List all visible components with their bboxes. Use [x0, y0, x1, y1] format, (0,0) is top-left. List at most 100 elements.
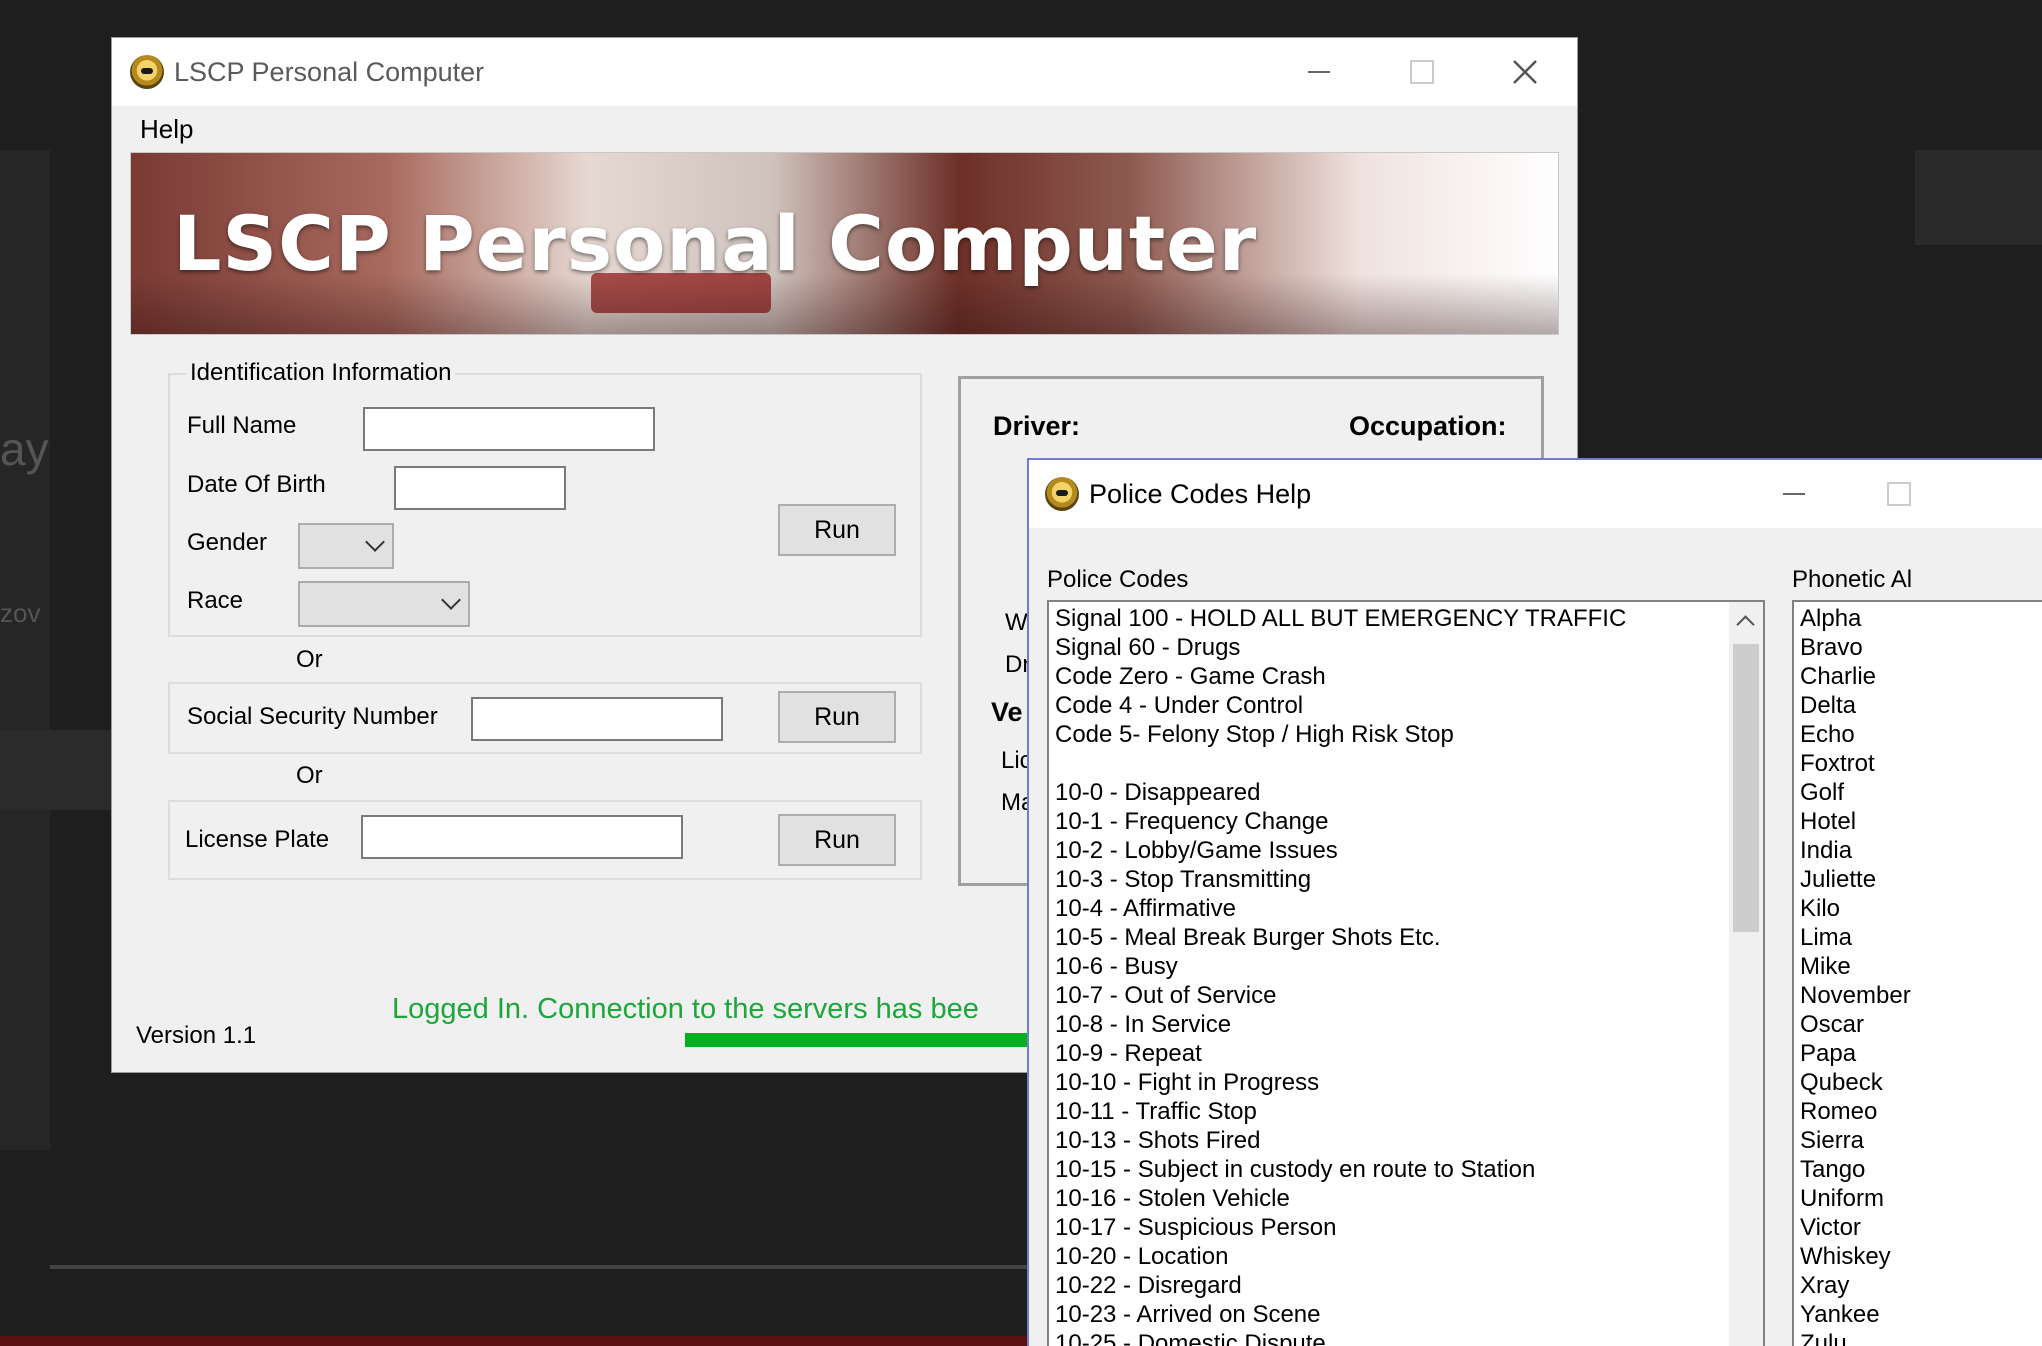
license-plate-label: License Plate: [185, 826, 330, 853]
scroll-up-icon[interactable]: [1736, 615, 1755, 634]
phonetic-item[interactable]: Papa: [1794, 1039, 2042, 1068]
phonetic-item[interactable]: Xray: [1794, 1271, 2042, 1300]
or-label-2: Or: [296, 762, 323, 789]
police-code-item[interactable]: 10-5 - Meal Break Burger Shots Etc.: [1049, 923, 1763, 952]
help-window-title: Police Codes Help: [1089, 478, 1312, 509]
phonetic-item[interactable]: Oscar: [1794, 1010, 2042, 1039]
phonetic-item[interactable]: Mike: [1794, 952, 2042, 981]
police-code-item[interactable]: Signal 100 - HOLD ALL BUT EMERGENCY TRAF…: [1049, 604, 1763, 633]
main-window-title: LSCP Personal Computer: [174, 56, 485, 87]
phonetic-item[interactable]: Romeo: [1794, 1097, 2042, 1126]
police-code-item[interactable]: 10-7 - Out of Service: [1049, 981, 1763, 1010]
police-code-item[interactable]: Code 5- Felony Stop / High Risk Stop: [1049, 720, 1763, 749]
phonetic-item[interactable]: Hotel: [1794, 807, 2042, 836]
police-code-item[interactable]: 10-25 - Domestic Dispute: [1049, 1329, 1763, 1346]
phonetic-item[interactable]: Tango: [1794, 1155, 2042, 1184]
phonetic-item[interactable]: Victor: [1794, 1213, 2042, 1242]
police-code-item[interactable]: 10-10 - Fight in Progress: [1049, 1068, 1763, 1097]
police-code-item[interactable]: 10-23 - Arrived on Scene: [1049, 1300, 1763, 1329]
help-titlebar[interactable]: Police Codes Help: [1029, 460, 2042, 528]
police-code-item[interactable]: 10-2 - Lobby/Game Issues: [1049, 836, 1763, 865]
minimize-button[interactable]: [1274, 38, 1364, 106]
banner-title: LSCP Personal Computer: [173, 199, 1258, 288]
phonetic-item[interactable]: Zulu: [1794, 1329, 2042, 1346]
police-code-item[interactable]: 10-1 - Frequency Change: [1049, 807, 1763, 836]
police-code-item[interactable]: 10-3 - Stop Transmitting: [1049, 865, 1763, 894]
phonetic-item[interactable]: Whiskey: [1794, 1242, 2042, 1271]
race-label: Race: [187, 587, 244, 614]
police-codes-scrollbar[interactable]: [1729, 602, 1763, 1346]
phonetic-item[interactable]: Juliette: [1794, 865, 2042, 894]
police-code-item[interactable]: Code 4 - Under Control: [1049, 691, 1763, 720]
police-code-item[interactable]: Signal 60 - Drugs: [1049, 633, 1763, 662]
full-name-input[interactable]: [363, 407, 655, 451]
police-codes-lines: Signal 100 - HOLD ALL BUT EMERGENCY TRAF…: [1049, 602, 1763, 1346]
close-icon: [1513, 60, 1537, 84]
police-badge-icon: [130, 55, 164, 89]
result-partial-w: W: [1005, 609, 1028, 636]
gender-select[interactable]: [298, 523, 394, 569]
phonetic-item[interactable]: Golf: [1794, 778, 2042, 807]
police-code-item[interactable]: 10-11 - Traffic Stop: [1049, 1097, 1763, 1126]
full-name-label: Full Name: [187, 412, 297, 439]
phonetic-item[interactable]: Sierra: [1794, 1126, 2042, 1155]
police-code-item[interactable]: 10-20 - Location: [1049, 1242, 1763, 1271]
version-label: Version 1.1: [136, 1022, 257, 1049]
phonetic-item[interactable]: India: [1794, 836, 2042, 865]
run-plate-button[interactable]: Run: [778, 814, 896, 866]
scroll-thumb[interactable]: [1733, 644, 1759, 932]
phonetic-item[interactable]: Foxtrot: [1794, 749, 2042, 778]
police-code-item[interactable]: 10-6 - Busy: [1049, 952, 1763, 981]
maximize-button[interactable]: [1377, 38, 1467, 106]
header-banner: LSCP Personal Computer: [130, 152, 1559, 335]
police-code-item[interactable]: 10-9 - Repeat: [1049, 1039, 1763, 1068]
phonetic-alphabet-list[interactable]: Alpha Bravo Charlie Delta Echo Foxtrot Golf Hot…: [1792, 600, 2042, 1346]
police-code-item[interactable]: 10-13 - Shots Fired: [1049, 1126, 1763, 1155]
or-label-1: Or: [296, 646, 323, 673]
help-maximize-button[interactable]: [1854, 460, 1944, 528]
police-code-item[interactable]: [1049, 749, 1763, 778]
police-code-item[interactable]: 10-4 - Affirmative: [1049, 894, 1763, 923]
police-code-item[interactable]: 10-0 - Disappeared: [1049, 778, 1763, 807]
result-partial-ve: Ve: [991, 697, 1023, 727]
background-partial-text-2: zov: [0, 598, 41, 628]
phonetic-item[interactable]: Delta: [1794, 691, 2042, 720]
police-code-item[interactable]: 10-15 - Subject in custody en route to S…: [1049, 1155, 1763, 1184]
ssn-input[interactable]: [471, 697, 723, 741]
phonetic-item[interactable]: Uniform: [1794, 1184, 2042, 1213]
phonetic-item[interactable]: Kilo: [1794, 894, 2042, 923]
race-select[interactable]: [298, 581, 470, 627]
license-plate-input[interactable]: [361, 815, 683, 859]
menubar: Help: [112, 106, 1577, 146]
police-code-item[interactable]: 10-17 - Suspicious Person: [1049, 1213, 1763, 1242]
help-window: Police Codes Help Police Codes Phonetic …: [1027, 458, 2042, 1346]
phonetic-item[interactable]: Bravo: [1794, 633, 2042, 662]
phonetic-alphabet-label: Phonetic Al: [1792, 566, 1913, 593]
police-code-item[interactable]: 10-8 - In Service: [1049, 1010, 1763, 1039]
police-codes-list[interactable]: Signal 100 - HOLD ALL BUT EMERGENCY TRAF…: [1047, 600, 1765, 1346]
phonetic-item[interactable]: Yankee: [1794, 1300, 2042, 1329]
phonetic-lines: Alpha Bravo Charlie Delta Echo Foxtrot Golf Hot…: [1794, 602, 2042, 1346]
police-code-item[interactable]: 10-22 - Disregard: [1049, 1271, 1763, 1300]
background-band-1: [0, 150, 50, 1150]
background-partial-text-1: ay: [0, 423, 49, 475]
occupation-label: Occupation:: [1349, 411, 1507, 441]
phonetic-item[interactable]: Lima: [1794, 923, 2042, 952]
help-minimize-button[interactable]: [1749, 460, 1839, 528]
police-code-item[interactable]: 10-16 - Stolen Vehicle: [1049, 1184, 1763, 1213]
menu-help[interactable]: Help: [140, 114, 193, 145]
chevron-down-icon: [365, 532, 385, 552]
phonetic-item[interactable]: Alpha: [1794, 604, 2042, 633]
run-ssn-button[interactable]: Run: [778, 691, 896, 743]
run-identification-button[interactable]: Run: [778, 504, 896, 556]
phonetic-item[interactable]: Qubeck: [1794, 1068, 2042, 1097]
dob-input[interactable]: [394, 466, 566, 510]
background-band-2: [1915, 150, 2042, 245]
phonetic-item[interactable]: Charlie: [1794, 662, 2042, 691]
main-titlebar[interactable]: LSCP Personal Computer: [112, 38, 1577, 106]
police-code-item[interactable]: Code Zero - Game Crash: [1049, 662, 1763, 691]
phonetic-item[interactable]: Echo: [1794, 720, 2042, 749]
phonetic-item[interactable]: November: [1794, 981, 2042, 1010]
identification-legend: Identification Information: [186, 359, 456, 387]
close-button[interactable]: [1480, 38, 1570, 106]
